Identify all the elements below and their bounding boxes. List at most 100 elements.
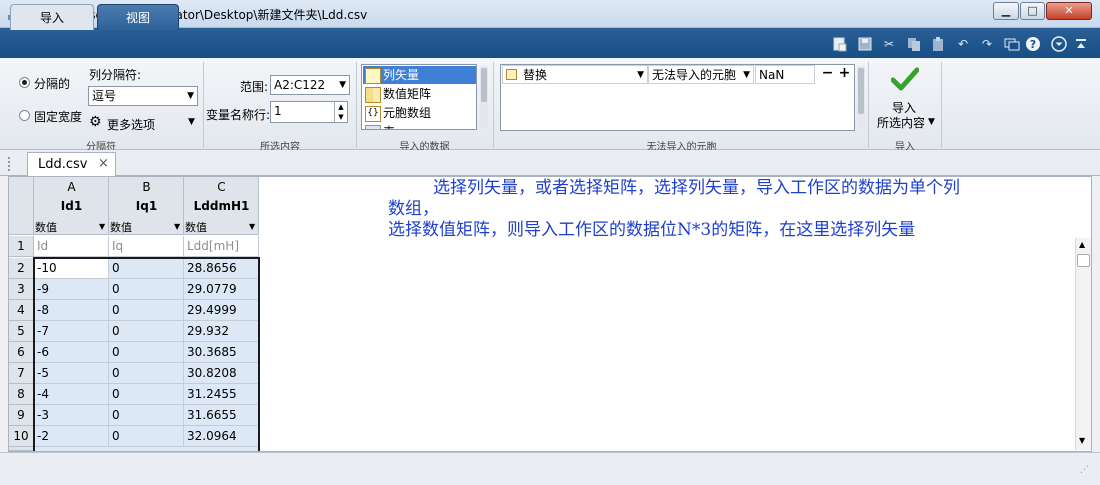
scrollbar-thumb[interactable]: [481, 68, 487, 102]
data-cell[interactable]: 30.8208: [184, 363, 259, 384]
data-cell[interactable]: -3: [34, 405, 109, 426]
variable-name-b[interactable]: Iq1: [109, 199, 184, 213]
undo-icon[interactable]: ↶: [955, 36, 971, 52]
drag-handle-icon[interactable]: [8, 157, 12, 171]
data-cell[interactable]: 31.6655: [184, 405, 259, 426]
data-cell[interactable]: 32.0964: [184, 426, 259, 447]
chevron-down-icon[interactable]: ▼: [249, 222, 255, 231]
import-selection-button[interactable]: 导入 所选内容 ▼: [872, 62, 940, 134]
range-label: 范围:: [240, 80, 269, 94]
section-label-unimportable: 无法导入的元胞: [646, 142, 717, 153]
scrollbar-thumb[interactable]: [858, 68, 864, 114]
paste-icon[interactable]: [930, 36, 946, 52]
range-select[interactable]: A2:C122 ▼: [270, 75, 350, 95]
row-number[interactable]: 5: [9, 321, 34, 342]
chevron-down-icon[interactable]: ▼: [174, 222, 180, 231]
maximize-button[interactable]: □: [1020, 2, 1045, 20]
data-cell[interactable]: 29.0779: [184, 279, 259, 300]
var-names-row-input[interactable]: 1 ▲ ▼: [270, 101, 348, 123]
data-cell[interactable]: 31.2455: [184, 384, 259, 405]
save-icon[interactable]: [857, 36, 873, 52]
redo-icon[interactable]: ↷: [979, 36, 995, 52]
output-type-scrollbar[interactable]: [480, 66, 488, 128]
close-button[interactable]: ✕: [1046, 2, 1092, 20]
section-divider: [203, 62, 204, 148]
replacement-value-input[interactable]: NaN: [755, 65, 815, 84]
data-cell[interactable]: 29.932: [184, 321, 259, 342]
output-type-table[interactable]: 表: [363, 123, 476, 129]
rules-scrollbar[interactable]: [857, 66, 865, 128]
tab-import[interactable]: 导入: [10, 4, 94, 30]
svg-text:?: ?: [1030, 38, 1036, 51]
row-number[interactable]: 9: [9, 405, 34, 426]
new-icon[interactable]: [832, 36, 848, 52]
data-cell[interactable]: 28.8656: [184, 258, 259, 279]
data-cell[interactable]: 0: [109, 342, 184, 363]
more-options-button[interactable]: ⚙ 更多选项 ▼: [89, 114, 201, 132]
data-cell[interactable]: -6: [34, 342, 109, 363]
data-cell[interactable]: -8: [34, 300, 109, 321]
radio-delimited[interactable]: [19, 77, 30, 88]
collapse-icon[interactable]: [1073, 36, 1089, 52]
output-type-cell-array[interactable]: {} 元胞数组: [363, 104, 476, 122]
output-type-list[interactable]: 列矢量 数值矩阵 {} 元胞数组 表: [361, 64, 477, 130]
variable-name-c[interactable]: LddmH1: [184, 199, 259, 213]
add-rule-button[interactable]: +: [837, 65, 852, 83]
data-cell[interactable]: -10: [34, 258, 109, 279]
spinner-icon[interactable]: ▲ ▼: [334, 102, 347, 122]
output-type-column-vectors[interactable]: 列矢量: [363, 66, 476, 84]
data-cell[interactable]: 0: [109, 321, 184, 342]
data-cell[interactable]: -5: [34, 363, 109, 384]
copy-icon[interactable]: [906, 36, 922, 52]
data-cell[interactable]: 30.3685: [184, 342, 259, 363]
chevron-down-icon[interactable]: ▼: [99, 222, 105, 231]
minimize-toolstrip-icon[interactable]: [1051, 36, 1067, 52]
data-cell[interactable]: 0: [109, 405, 184, 426]
row-number[interactable]: 6: [9, 342, 34, 363]
row-number[interactable]: 8: [9, 384, 34, 405]
row-number[interactable]: 7: [9, 363, 34, 384]
radio-fixed-width[interactable]: [19, 110, 30, 121]
resize-grip-icon[interactable]: ⋰: [1080, 465, 1089, 475]
row-number[interactable]: 10: [9, 426, 34, 447]
data-cell[interactable]: 0: [109, 258, 184, 279]
row-number[interactable]: 1: [9, 236, 34, 257]
tab-view[interactable]: 视图: [97, 4, 179, 30]
output-type-numeric-matrix[interactable]: 数值矩阵: [363, 85, 476, 103]
minimize-button[interactable]: ▁: [993, 2, 1019, 20]
cut-icon[interactable]: ✂: [881, 36, 897, 52]
switch-windows-icon[interactable]: [1004, 36, 1020, 52]
section-label-selection: 所选内容: [260, 142, 300, 153]
scrollbar-thumb[interactable]: [1077, 254, 1090, 267]
column-delimiter-select[interactable]: 逗号 ▼: [88, 86, 198, 106]
close-tab-icon[interactable]: ×: [98, 156, 109, 171]
data-cell[interactable]: 0: [109, 384, 184, 405]
row-number[interactable]: 4: [9, 300, 34, 321]
document-tab-ldd-csv[interactable]: Ldd.csv ×: [27, 152, 116, 176]
scroll-down-icon[interactable]: ▼: [1079, 436, 1085, 445]
data-cell[interactable]: 0: [109, 279, 184, 300]
grid-vertical-scrollbar[interactable]: ▲ ▼: [1075, 238, 1091, 450]
help-icon[interactable]: ?: [1025, 36, 1041, 52]
data-cell[interactable]: -2: [34, 426, 109, 447]
data-cell[interactable]: -7: [34, 321, 109, 342]
chevron-down-icon: ▼: [339, 80, 346, 90]
data-cell[interactable]: -4: [34, 384, 109, 405]
rule-action-select[interactable]: 替换 ▼: [502, 65, 648, 84]
data-cell[interactable]: -9: [34, 279, 109, 300]
remove-rule-button[interactable]: −: [820, 65, 835, 83]
variable-name-a[interactable]: Id1: [34, 199, 109, 213]
data-cell[interactable]: 0: [109, 426, 184, 447]
column-letter-b: B: [142, 180, 151, 194]
gear-icon: ⚙: [89, 114, 102, 130]
scroll-up-icon[interactable]: ▲: [1079, 240, 1085, 249]
row-number[interactable]: 2: [9, 258, 34, 279]
header-cell-b[interactable]: Iq: [109, 236, 184, 257]
header-cell-a[interactable]: Id: [34, 236, 109, 257]
data-cell[interactable]: 29.4999: [184, 300, 259, 321]
rule-target-select[interactable]: 无法导入的元胞 ▼: [648, 65, 754, 84]
data-cell[interactable]: 0: [109, 300, 184, 321]
row-number[interactable]: 3: [9, 279, 34, 300]
data-cell[interactable]: 0: [109, 363, 184, 384]
header-cell-c[interactable]: Ldd[mH]: [184, 236, 259, 257]
